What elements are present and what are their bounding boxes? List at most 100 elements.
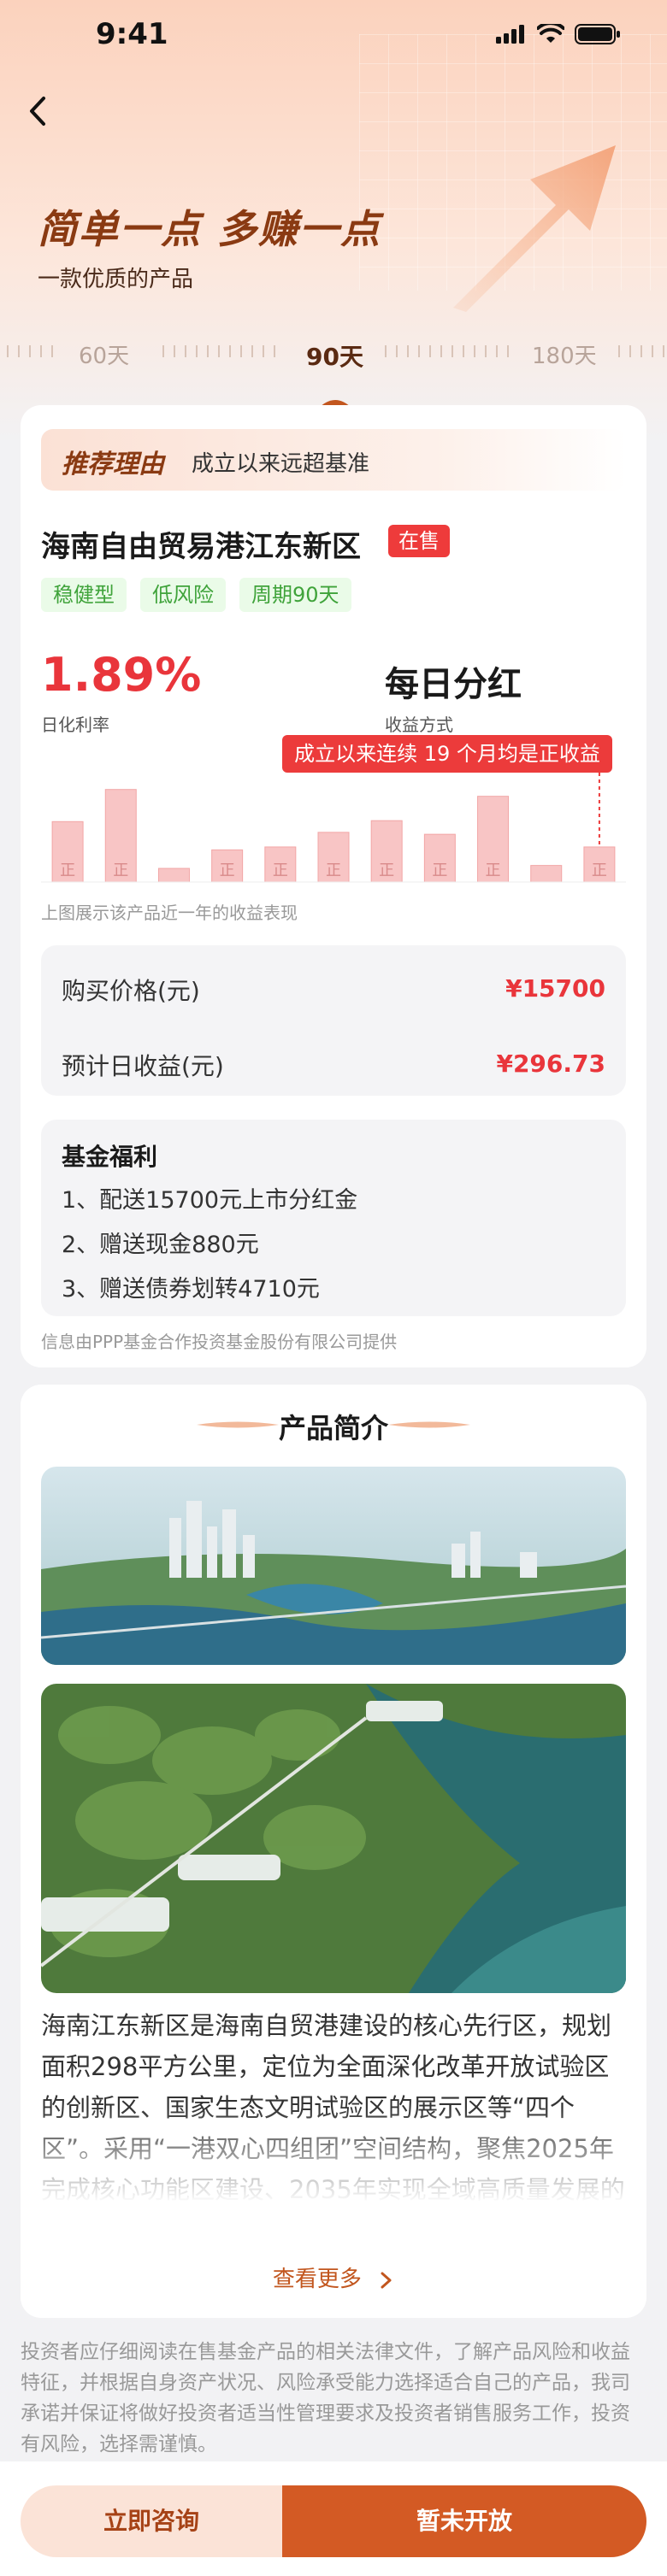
chart-bar-label: 正 xyxy=(326,862,341,879)
ruler-tick xyxy=(463,345,464,357)
ruler-tick xyxy=(663,345,664,357)
ruler-tick xyxy=(207,345,209,357)
benefit-item: 2、赠送现金880元 xyxy=(62,1232,259,1258)
status-icons xyxy=(496,24,621,44)
price-box: 购买价格(元) ¥15700 预计日收益(元) ¥296.73 xyxy=(41,945,626,1096)
recommend-reason-tag: 推荐理由 xyxy=(62,450,164,479)
fund-benefits-title: 基金福利 xyxy=(62,1143,158,1171)
ruler-tick xyxy=(40,345,42,357)
intro-text-fade xyxy=(41,2108,626,2214)
status-badge: 在售 xyxy=(388,525,450,557)
chart-bar-label: 正 xyxy=(379,862,394,879)
chart-bar-label: 正 xyxy=(592,862,607,879)
ruler-tick xyxy=(452,345,453,357)
view-more-label: 查看更多 xyxy=(272,2267,362,2292)
data-source-note: 信息由PPP基金合作投资基金股份有限公司提供 xyxy=(41,1332,398,1352)
ruler-tick xyxy=(496,345,498,357)
ruler-tick xyxy=(18,345,20,357)
ruler-tick xyxy=(652,345,653,357)
benefit-item: 3、赠送债券划转4710元 xyxy=(62,1276,320,1303)
status-bar: 9:41 xyxy=(0,0,667,75)
chart-bar-label: 正 xyxy=(60,862,75,879)
ruler-tick xyxy=(240,345,242,357)
not-open-button[interactable]: 暂未开放 xyxy=(282,2485,646,2557)
ruler-tick xyxy=(485,345,487,357)
ruler-tick xyxy=(407,345,409,357)
chart-bar-label: 正 xyxy=(432,862,447,879)
payout-mode-value: 每日分红 xyxy=(385,665,522,704)
chart-bar-label: 正 xyxy=(486,862,501,879)
chart-bar-label: 正 xyxy=(113,862,128,879)
daily-rate-value: 1.89% xyxy=(41,648,202,702)
ruler-tick xyxy=(618,345,620,357)
chart-bar-label: 正 xyxy=(273,862,288,879)
ruler-tick xyxy=(29,345,31,357)
tenor-option-60[interactable]: 60天 xyxy=(79,338,129,370)
daily-income-value: ¥296.73 xyxy=(496,1050,605,1078)
ruler-tick xyxy=(174,345,175,357)
product-name: 海南自由贸易港江东新区 xyxy=(41,530,361,564)
recommend-reason-text: 成立以来远超基准 xyxy=(192,451,370,477)
ruler-tick xyxy=(474,345,475,357)
tenor-option-90[interactable]: 90天 xyxy=(306,338,363,373)
profit-streak-tooltip: 成立以来连续 19 个月均是正收益 xyxy=(282,735,612,773)
hero-title: 简单一点 多赚一点 xyxy=(38,206,382,252)
ruler-tick xyxy=(251,345,253,357)
buy-price-row: 购买价格(元) ¥15700 xyxy=(62,973,605,1007)
ruler-tick xyxy=(229,345,231,357)
intro-title: 产品简介 xyxy=(278,1412,388,1444)
chevron-left-icon xyxy=(30,97,45,126)
back-button[interactable] xyxy=(22,92,53,130)
chevron-right-icon xyxy=(381,2272,392,2288)
ruler-tick xyxy=(440,345,442,357)
bottom-action-bar: 立即咨询 暂未开放 xyxy=(0,2461,667,2576)
hero-subtitle: 一款优质的产品 xyxy=(38,267,194,292)
ruler-tick xyxy=(507,345,509,357)
product-tags: 稳健型 低风险 周期90天 xyxy=(41,578,351,612)
chart-bar-label: 正 xyxy=(220,862,235,879)
ruler-tick xyxy=(185,345,186,357)
tenor-option-180[interactable]: 180天 xyxy=(532,338,597,370)
buy-price-label: 购买价格(元) xyxy=(62,977,200,1005)
return-bar-chart: 正正正正正正正正正 xyxy=(41,773,626,883)
benefit-item: 1、配送15700元上市分红金 xyxy=(62,1187,358,1214)
ruler-tick xyxy=(274,345,275,357)
payout-mode-label: 收益方式 xyxy=(385,715,453,735)
recommend-reason-bar: 推荐理由 成立以来远超基准 xyxy=(41,429,626,491)
ruler-tick xyxy=(418,345,420,357)
buy-price-value: ¥15700 xyxy=(505,974,605,1003)
ruler-tick xyxy=(385,345,387,357)
ruler-tick xyxy=(429,345,431,357)
product-tag: 稳健型 xyxy=(41,578,127,612)
product-card: 推荐理由 成立以来远超基准 海南自由贸易港江东新区 在售 稳健型 低风险 周期9… xyxy=(21,405,646,1367)
daily-income-row: 预计日收益(元) ¥296.73 xyxy=(62,1048,605,1082)
product-tag: 低风险 xyxy=(140,578,226,612)
consult-button[interactable]: 立即咨询 xyxy=(21,2485,282,2557)
daily-rate-label: 日化利率 xyxy=(41,715,109,735)
ruler-tick xyxy=(7,345,9,357)
ruler-tick xyxy=(629,345,631,357)
intro-card: 产品简介 海南江东新区是海南自贸港建设的核心先行区，规划面积298平方公里，定位… xyxy=(21,1385,646,2318)
title-decoration-right xyxy=(388,1421,470,1428)
status-time: 9:41 xyxy=(96,17,168,51)
wifi-icon xyxy=(537,24,564,43)
ruler-tick xyxy=(263,345,264,357)
district-aerial-photo-2 xyxy=(41,1684,626,1993)
ruler-tick xyxy=(640,345,642,357)
risk-disclaimer: 投资者应仔细阅读在售基金产品的相关法律文件，了解产品风险和收益特征，并根据自身资… xyxy=(21,2341,630,2455)
signal-icon xyxy=(496,25,524,44)
view-more-link[interactable]: 查看更多 xyxy=(21,2261,646,2293)
chart-bar xyxy=(530,865,563,883)
product-tag: 周期90天 xyxy=(239,578,351,612)
rising-arrow-icon xyxy=(453,145,616,312)
chart-bar xyxy=(157,867,190,883)
daily-income-label: 预计日收益(元) xyxy=(62,1052,224,1080)
ruler-tick xyxy=(396,345,398,357)
ruler-tick xyxy=(51,345,53,357)
ruler-tick xyxy=(162,345,164,357)
ruler-tick xyxy=(218,345,220,357)
fund-benefits-box: 基金福利 1、配送15700元上市分红金 2、赠送现金880元 3、赠送债券划转… xyxy=(41,1120,626,1316)
district-aerial-photo-1 xyxy=(41,1467,626,1665)
battery-icon xyxy=(575,24,620,44)
ruler-tick xyxy=(196,345,198,357)
